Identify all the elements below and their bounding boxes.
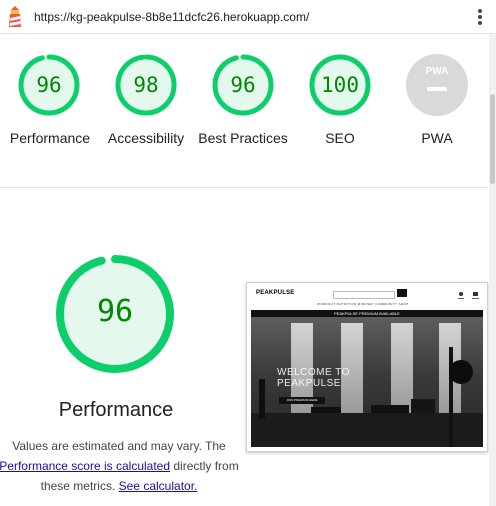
performance-large-score: 96 (96, 294, 134, 329)
thumbnail-search-button (397, 289, 407, 297)
performance-large-gauge: 96 (54, 253, 176, 375)
thumbnail-account-icons (458, 292, 479, 299)
thumbnail-logo: PEAKPULSE (256, 290, 295, 296)
thumbnail-menu: WORKOUT NUTRITION MINDSET COMMUNITY SHOP (317, 302, 409, 306)
thumbnail-hero-heading: WELCOME TO PEAKPULSE (277, 367, 350, 389)
performance-heading: Performance (58, 399, 174, 421)
more-vert-icon[interactable] (476, 8, 484, 26)
seo-gauge[interactable]: 100 (308, 53, 372, 117)
performance-gauge[interactable]: 96 (17, 53, 81, 117)
pwa-badge-text: PWA (425, 66, 449, 77)
description-text-1: Values are estimated and may vary. The (12, 439, 226, 453)
best-practices-label: Best Practices (198, 130, 288, 146)
thumbnail-navbar: PEAKPULSE WORKOUT NUTRITION MINDSET COMM… (247, 283, 487, 310)
accessibility-label: Accessibility (107, 130, 185, 146)
thumbnail-search-box (333, 291, 395, 299)
thumbnail-banner: PEAKPULSE PREMIUM AVAILABLE (251, 310, 483, 317)
final-screenshot-thumbnail[interactable]: PEAKPULSE WORKOUT NUTRITION MINDSET COMM… (246, 282, 488, 452)
seo-score: 100 (321, 73, 359, 97)
section-divider (0, 187, 488, 188)
lighthouse-icon (9, 6, 21, 27)
scrollbar-thumb[interactable] (490, 94, 495, 184)
page-scrollbar[interactable] (489, 34, 496, 506)
performance-label: Performance (9, 130, 91, 146)
report-url[interactable]: https://kg-peakpulse-8b8e11dcfc26.heroku… (34, 10, 309, 24)
pwa-label: PWA (421, 130, 453, 146)
score-calculated-link[interactable]: Performance score is calculated (0, 459, 170, 473)
see-calculator-link[interactable]: See calculator. (119, 479, 198, 493)
thumbnail-cta-button: JOIN PREMIUM HERE (279, 397, 325, 404)
accessibility-gauge[interactable]: 98 (114, 53, 178, 117)
performance-score: 96 (36, 73, 62, 97)
best-practices-score: 96 (230, 73, 256, 97)
pwa-badge[interactable]: PWA (405, 53, 469, 117)
report-top-bar: https://kg-peakpulse-8b8e11dcfc26.heroku… (0, 0, 496, 34)
best-practices-gauge[interactable]: 96 (211, 53, 275, 117)
accessibility-score: 98 (133, 73, 159, 97)
seo-label: SEO (325, 130, 355, 146)
performance-description: Values are estimated and may vary. The P… (0, 436, 254, 496)
thumbnail-hero-image: WELCOME TO PEAKPULSE JOIN PREMIUM HERE (251, 317, 483, 447)
